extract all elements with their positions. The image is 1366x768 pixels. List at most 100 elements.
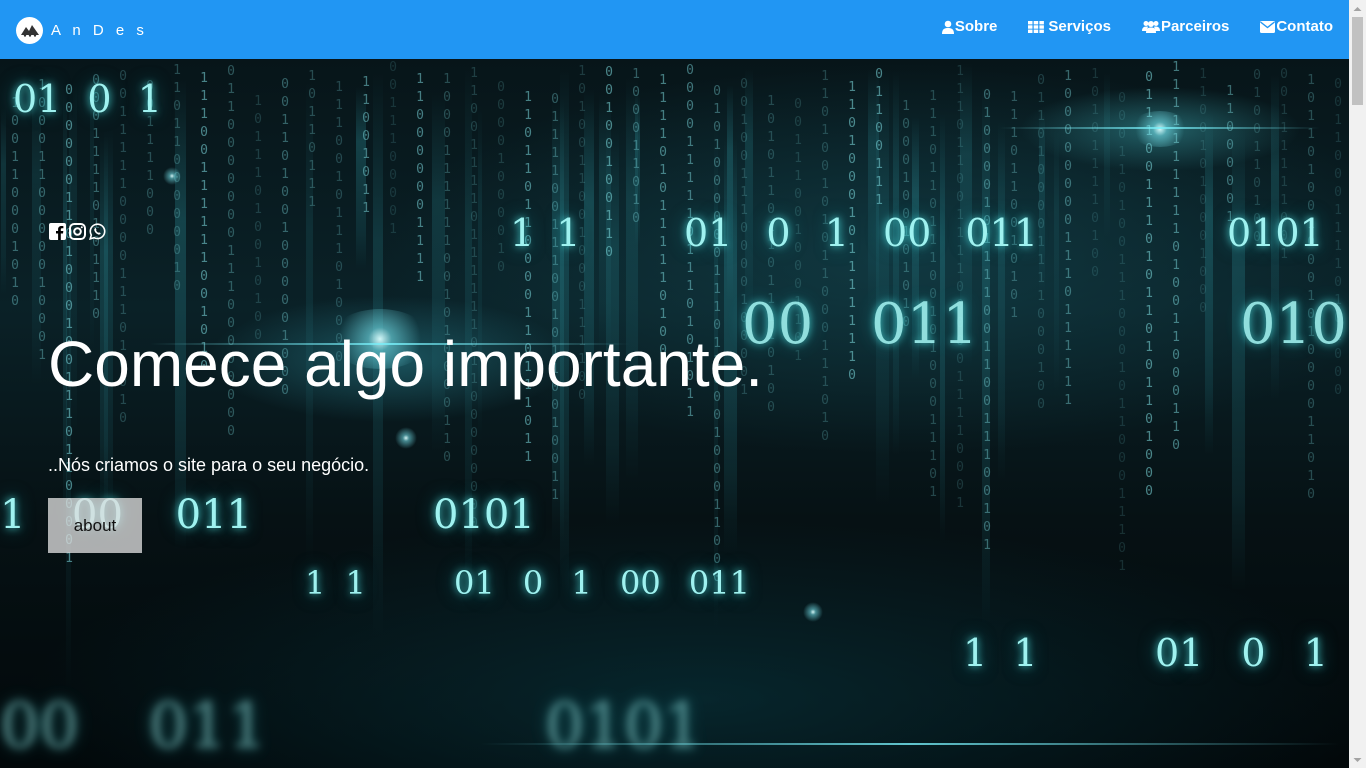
matrix-background: 1 0 0 1 1 0 0 0 1 0 1 0 1 0 0 0 1 1 0 0 …	[0, 59, 1349, 768]
nav-item-label: Parceiros	[1160, 18, 1230, 35]
digit-stream: 0 1 1 0 1 0 0 0 0 1 1 1 1 0 0 0 1 0 0	[1037, 73, 1045, 412]
vertical-scrollbar[interactable]	[1349, 0, 1366, 768]
light-streak	[480, 743, 1340, 745]
light-bar	[584, 89, 594, 465]
background-digits: 010	[1240, 292, 1347, 357]
page: A n D e s Sobre Serviços Parceiros Conta…	[0, 0, 1349, 768]
digit-stream: 0 1 1 1 1 0 0 1 1 1 0 0 1 0 1 1 0 0 1 0 …	[551, 92, 559, 503]
hero-section: 1 0 0 1 1 0 0 0 1 0 1 0 1 0 0 0 1 1 0 0 …	[0, 59, 1349, 768]
digit-stream: 1 1 0 0 1 0 1 1	[362, 75, 370, 216]
light-bar	[727, 85, 733, 299]
light-bar	[1054, 130, 1059, 391]
digit-stream: 1 1 1 0 1 1 0 0 1 0 1 0 1	[1010, 90, 1018, 321]
light-bar	[90, 73, 94, 350]
digit-stream: 0 1 1 1 0 0 1 1 1 0 1 0 1 1 0 1 0 1 1 0 …	[1145, 70, 1153, 499]
brand-name: A n D e s	[51, 21, 148, 39]
digit-stream: 0 1 1 0 0 1 1 1	[875, 67, 883, 208]
light-bar	[745, 68, 753, 320]
light-bar	[175, 80, 186, 551]
scroll-up-arrow-icon[interactable]	[1349, 0, 1366, 17]
light-bar	[960, 63, 972, 367]
nav-item-label: Serviços	[1048, 18, 1111, 35]
andes-logo-icon	[16, 16, 43, 44]
light-bar	[893, 71, 899, 456]
light-bar	[998, 121, 1005, 481]
whatsapp-icon[interactable]	[89, 223, 106, 240]
light-bar	[32, 84, 41, 384]
light-bar	[1205, 113, 1213, 455]
digit-stream: 1 0 1 1 0 1 1 1	[308, 69, 316, 210]
light-bar	[306, 82, 313, 564]
background-digits: 01 0 1 00 011	[454, 564, 750, 602]
background-digits: 0101	[1227, 211, 1324, 255]
background-digits: 00 011	[742, 292, 978, 357]
digit-stream: 1 0 0 1 1 0 0 0 1 0 1 0	[11, 96, 19, 309]
nav-item-contato[interactable]: Contato	[1260, 18, 1333, 35]
background-digits: 1 1	[510, 211, 581, 255]
light-bar	[606, 128, 619, 524]
user-icon	[941, 20, 954, 34]
light-bar	[912, 117, 919, 379]
light-bar	[356, 87, 366, 269]
background-digits: 0101	[545, 689, 703, 762]
light-bar	[626, 77, 638, 480]
scrollbar-thumb[interactable]	[1352, 17, 1363, 105]
instagram-icon[interactable]	[69, 223, 86, 240]
digit-stream: 1 1 0 1 1 0 0 0 0 0 0 1 0	[173, 63, 181, 294]
light-bar	[635, 92, 640, 245]
digit-stream: 1 1 1 0 0 1 0 1 1 1 0 1 0 0 0 0	[335, 80, 343, 365]
digit-stream: 1 1 0 0 1 0 1 0 0 0 1 0 0 0	[1199, 67, 1207, 316]
digit-stream: 1 0 0 0 1 1 0 0 0 0 0 1 0 0 0 1	[38, 78, 46, 363]
background-digits: 01 0 1	[13, 77, 162, 121]
digit-stream: 0 0 0 1 1 1 1 0 1 0 1 1 1 0	[92, 73, 100, 322]
digit-stream: 0 0 1 1 0 0 0 1 1 1 1 0 1 0 1 0 0 0	[1334, 77, 1342, 398]
light-bar	[1104, 72, 1110, 237]
nav-item-servicos[interactable]: Serviços	[1028, 18, 1111, 35]
social-links	[49, 223, 106, 240]
background-digits: 1 1	[305, 564, 366, 602]
background-digits: 01 0 1 00 011	[684, 211, 1038, 255]
background-digits: 0101	[433, 492, 535, 538]
digit-stream: 1 1 0 0 0 0 0 1	[1226, 84, 1234, 225]
navbar: A n D e s Sobre Serviços Parceiros Conta…	[0, 0, 1349, 59]
digit-stream: 0 1 0 0 0 0 1 0 1 1 1 1 0 0 1 1 0 0 1 1 …	[983, 88, 991, 553]
light-glow	[1130, 111, 1190, 147]
nav-item-label: Sobre	[954, 18, 998, 35]
light-bar	[66, 134, 71, 691]
light-bar	[552, 98, 564, 543]
grid-icon	[1028, 20, 1045, 33]
background-digits: 01 0 1	[1155, 631, 1328, 675]
users-icon	[1141, 21, 1160, 33]
brand-link[interactable]: A n D e s	[16, 16, 148, 44]
digit-stream: 1 0 0 0 1 1 0 1 0	[632, 67, 640, 226]
light-glow	[803, 602, 823, 622]
nav-item-parceiros[interactable]: Parceiros	[1141, 18, 1230, 35]
digit-stream: 1 1 1 1 1 1 1 1 1 1 0 1 0 0 1 1 0 0 0 1 …	[1172, 60, 1180, 453]
digit-stream: 1 0 0 0 1 1 1 1 1 1 0 0 1 0 1 0 0 0 0 1 …	[443, 72, 451, 465]
background-digits: 1	[0, 492, 26, 538]
light-glow	[395, 427, 417, 449]
hero-title: Comece algo importante.	[48, 328, 764, 400]
digit-stream: 1 1 1 0 1 1 0 1 1 1 0 0 1 0 1 0 0 0 1 1 …	[929, 89, 937, 500]
digit-stream: 1 0 0 0 0 0 0 0 0 1 1 1 0 1 1 1 1 1 1	[1064, 69, 1072, 408]
digit-stream: 1 0 1 1 1 0 1 0 0 1 0 1 0 0	[254, 94, 262, 343]
light-bar	[1232, 127, 1245, 590]
facebook-icon[interactable]	[49, 223, 66, 240]
light-bar	[1039, 111, 1045, 293]
digit-stream: 1 1 0 1 0 0 1 0 1 0 1 1 0 0 0 1 1 1 0 1 …	[821, 69, 829, 444]
digit-stream: 0 0 1 1 1 0 0 1 0 0 0 1 1 0 1	[794, 97, 802, 364]
envelope-icon	[1260, 20, 1276, 33]
nav-item-sobre[interactable]: Sobre	[941, 18, 998, 35]
digit-stream: 1 0 1 0 1 1 1 1 0 1 0 0	[1091, 67, 1099, 280]
digit-stream: 0 0 0 0 1 0 0 0 0 1 0	[497, 80, 505, 275]
digit-stream: 0 0 0 1 1 0 1 0 0 1 1 1 0 0 0 1 0 1 1 0 …	[1118, 91, 1126, 574]
background-digits: 1 1	[963, 631, 1038, 675]
digit-stream: 1 1 0 0 0 0 0 0 1 1 1 1	[416, 72, 424, 285]
digit-stream: 1 0 1 0 1 1 0 1 1 0 1 1 1 1 0 1 0 0	[767, 94, 775, 415]
light-bar	[868, 69, 879, 313]
about-button[interactable]: about	[48, 498, 142, 553]
scroll-down-arrow-icon[interactable]	[1349, 751, 1366, 768]
digit-stream: 0 0 1 1 1 1 1 1 0 0 1	[1280, 67, 1288, 262]
digit-stream: 1 1 0 1 1 0 1 1 0 0 0 0 1 1 0 1 1 1 0 1 …	[524, 90, 532, 465]
nav-menu: Sobre Serviços Parceiros Contato	[941, 18, 1333, 35]
